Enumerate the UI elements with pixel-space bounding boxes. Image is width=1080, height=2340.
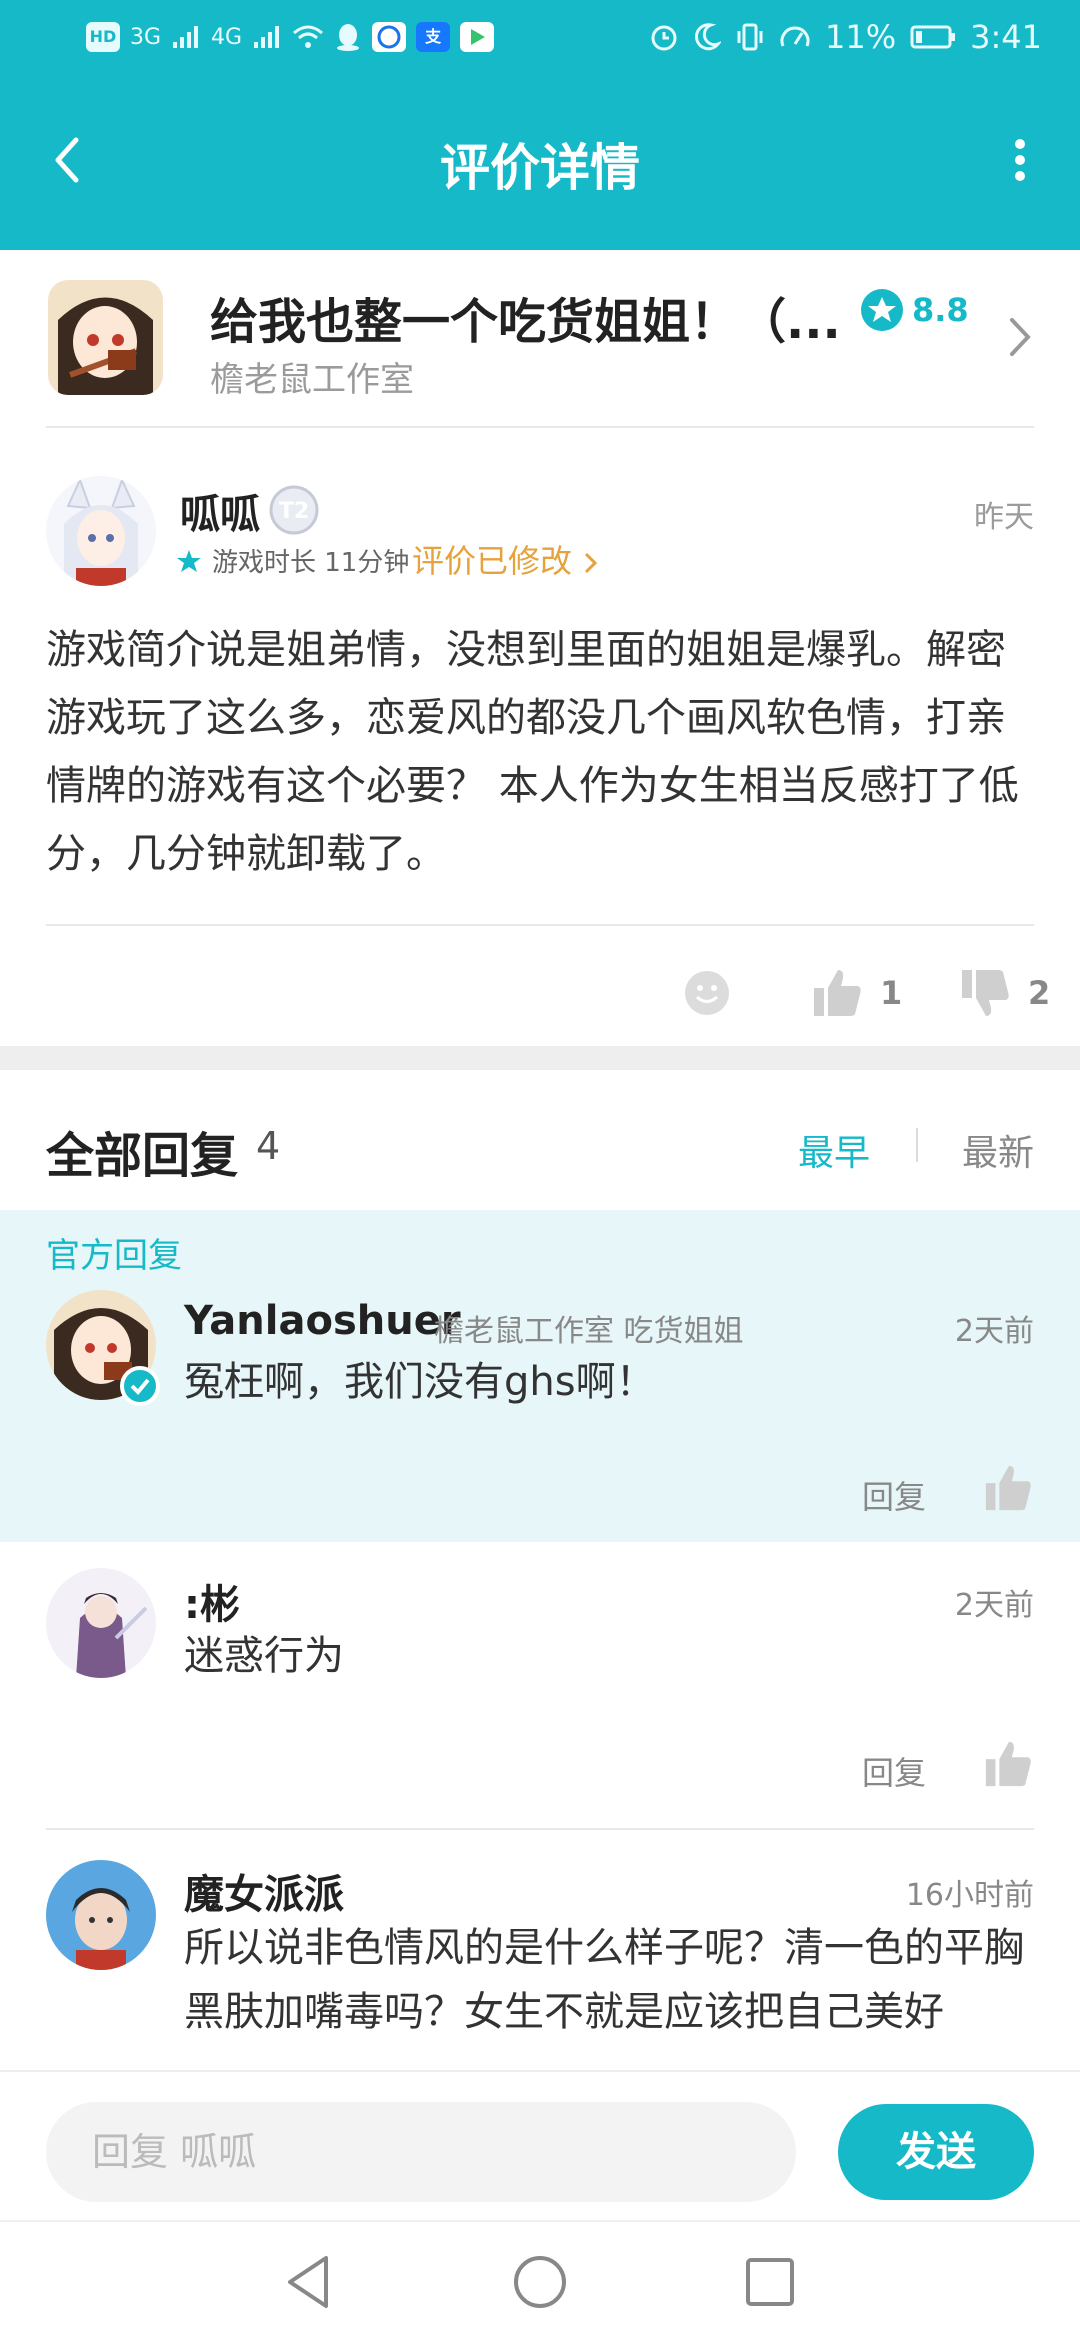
level-badge-icon: T2: [269, 485, 319, 535]
avatar[interactable]: [46, 1568, 156, 1678]
game-developer: 檐老鼠工作室: [210, 360, 414, 400]
play-time-text: 游戏时长 11分钟: [212, 548, 410, 578]
avatar[interactable]: [46, 1860, 156, 1970]
dislike-count: 2: [1028, 974, 1051, 1012]
divider: [46, 924, 1034, 926]
hd-indicator: HD: [86, 22, 120, 52]
rating-value: 8.8: [912, 291, 969, 329]
divider: [46, 426, 1034, 428]
thumbs-down-icon: [962, 970, 1009, 1016]
status-left: HD 3G 4G 支: [86, 22, 495, 52]
reply-text: 所以说非色情风的是什么样子呢？清一色的平胸黑肤加嘴毒吗？女生不就是应该把自己美好: [184, 1925, 1024, 2035]
reply-username[interactable]: Yanlaoshuer: [184, 1298, 461, 1344]
wifi-icon: [293, 25, 324, 48]
vibrate-icon: [737, 23, 763, 51]
like-count: 1: [880, 974, 903, 1012]
browser-app-icon: [372, 22, 407, 52]
nav-home-icon[interactable]: [510, 2252, 570, 2312]
network-4g-label: 4G: [211, 24, 243, 50]
reply-input[interactable]: 回复 呱呱: [46, 2102, 796, 2202]
reply-item: 魔女派派 16小时前 所以说非色情风的是什么样子呢？清一色的平胸黑肤加嘴毒吗？女…: [0, 1832, 1080, 2070]
page-title: 评价详情: [440, 139, 640, 197]
level-badge-text: T2: [279, 499, 309, 524]
official-reply-section: 官方回复 Yanlaoshuer 檐老鼠工作室 吃货姐姐 2天前 冤枉啊，我们没…: [0, 1210, 1080, 1542]
game-rating: 8.8: [860, 288, 969, 332]
dislike-button[interactable]: 2: [958, 966, 1050, 1020]
avatar[interactable]: [46, 476, 156, 586]
reply-username[interactable]: 魔女派派: [184, 1862, 344, 1920]
reply-input-bar: 回复 呱呱 发送: [0, 2070, 1080, 2220]
video-app-icon: [460, 22, 495, 52]
speed-icon: [780, 26, 810, 47]
thumbs-up-icon: [814, 970, 861, 1016]
emoji-icon[interactable]: [682, 968, 732, 1018]
game-card[interactable]: 给我也整一个吃货姐姐！（... 檐老鼠工作室 8.8: [0, 250, 1080, 430]
divider: [46, 1828, 1034, 1830]
reply-button[interactable]: 回复: [862, 1748, 926, 1794]
review-username[interactable]: 呱呱: [180, 482, 260, 540]
chevron-right-icon: [1010, 318, 1031, 356]
signal-icon: [173, 26, 199, 48]
clock: 3:41: [970, 18, 1042, 56]
network-3g-label: 3G: [130, 24, 162, 50]
battery-percent: 11%: [825, 18, 897, 56]
reply-item: :彬 2天前 迷惑行为 回复: [0, 1542, 1080, 1830]
chevron-right-icon: [585, 552, 598, 574]
reply-button[interactable]: 回复: [862, 1472, 926, 1518]
reply-text: 冤枉啊，我们没有ghs啊！: [184, 1359, 656, 1405]
review-time: 昨天: [974, 500, 1034, 535]
qq-icon: [337, 24, 360, 51]
review-edited-link[interactable]: 评价已修改: [412, 536, 600, 582]
send-button[interactable]: 发送: [838, 2104, 1034, 2200]
moon-icon: [695, 23, 722, 51]
status-right: 11% 3:41: [649, 18, 1042, 56]
verified-badge-icon: [120, 1366, 160, 1406]
review-text: 游戏简介说是姐弟情，没想到里面的姐姐是爆乳。解密游戏玩了这么多，恋爱风的都没几个…: [46, 627, 1019, 877]
play-time: 游戏时长 11分钟: [176, 542, 409, 579]
alipay-icon: 支: [416, 22, 451, 52]
star-icon: [177, 549, 201, 572]
status-bar: HD 3G 4G 支 11% 3:41: [0, 0, 1080, 80]
more-vertical-icon[interactable]: [1000, 130, 1040, 190]
reply-time: 16小时前: [905, 1878, 1034, 1913]
sort-earliest-tab[interactable]: 最早: [798, 1124, 870, 1176]
review-card: 呱呱 T2 昨天 游戏时长 11分钟 评价已修改 游戏简介说是姐弟情，没想到里面…: [0, 430, 1080, 1050]
alarm-icon: [651, 25, 677, 51]
battery-icon: [910, 25, 956, 49]
reply-user-tags: 檐老鼠工作室 吃货姐姐: [434, 1314, 744, 1349]
sort-latest-tab[interactable]: 最新: [962, 1124, 1034, 1176]
game-title: 给我也整一个吃货姐姐！（...: [210, 294, 841, 350]
replies-count: 4: [256, 1124, 281, 1168]
replies-title: 全部回复: [46, 1128, 239, 1184]
official-reply-tag: 官方回复: [46, 1236, 182, 1276]
thumbs-up-icon[interactable]: [982, 1738, 1034, 1790]
nav-recent-icon[interactable]: [740, 2252, 800, 2312]
reply-text: 迷惑行为: [184, 1633, 344, 1679]
star-badge-icon: [861, 289, 903, 331]
review-edited-text: 评价已修改: [412, 542, 573, 580]
thumbs-up-icon[interactable]: [982, 1462, 1034, 1514]
replies-header: 全部回复 4 最早 最新: [0, 1070, 1080, 1210]
signal-icon-2: [254, 26, 280, 48]
game-icon: [48, 280, 163, 395]
divider: [916, 1128, 918, 1162]
review-actions: 1 2: [0, 940, 1080, 1030]
reply-time: 2天前: [954, 1314, 1034, 1349]
system-nav-bar: [0, 2220, 1080, 2340]
reply-username[interactable]: :彬: [184, 1572, 240, 1630]
nav-back-icon[interactable]: [278, 2252, 338, 2312]
reply-time: 2天前: [954, 1588, 1034, 1623]
like-button[interactable]: 1: [810, 966, 902, 1020]
section-gap: [0, 1046, 1080, 1070]
title-bar: 评价详情: [0, 80, 1080, 250]
